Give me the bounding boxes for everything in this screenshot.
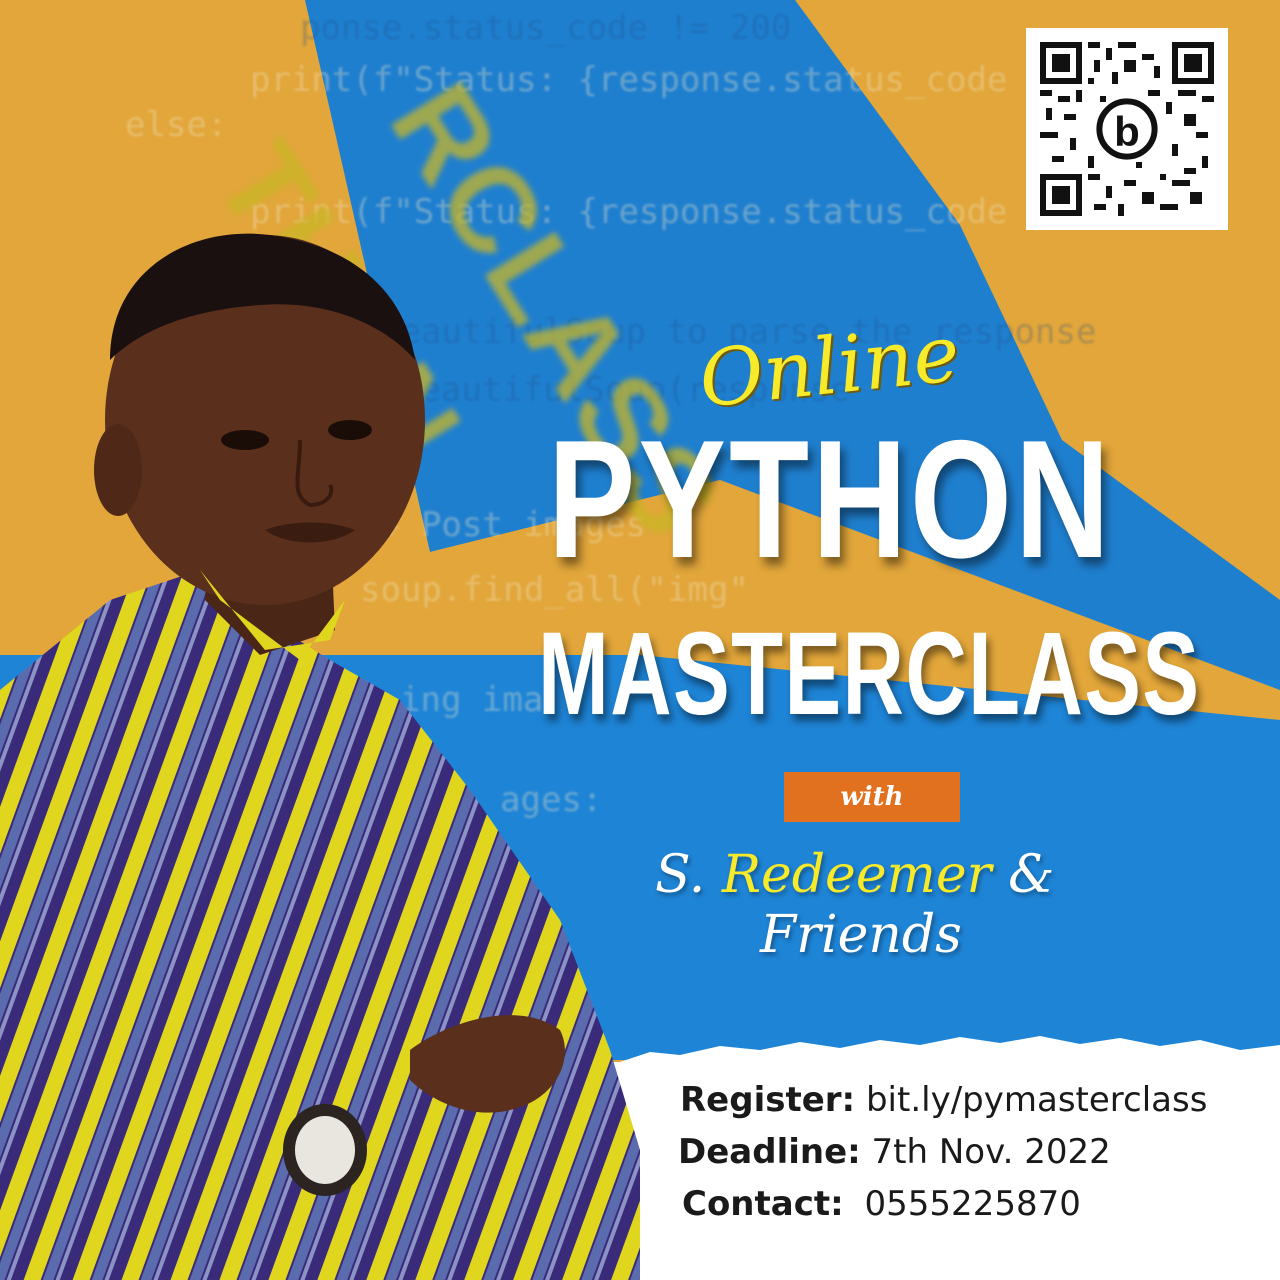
host-suffix: Friends xyxy=(760,905,962,965)
with-badge: with xyxy=(784,772,960,822)
qr-code[interactable]: b xyxy=(1026,28,1228,230)
register-row: Register: bit.ly/pymasterclass xyxy=(680,1080,1207,1120)
host-ampersand: & xyxy=(1008,845,1055,905)
headline-title-line-1: PYTHON xyxy=(548,405,1113,593)
deadline-value: 7th Nov. 2022 xyxy=(871,1132,1111,1172)
contact-row: Contact: 0555225870 xyxy=(682,1184,1081,1224)
qr-code-icon: b xyxy=(1040,42,1214,216)
contact-label: Contact: xyxy=(682,1184,844,1224)
svg-text:b: b xyxy=(1114,108,1140,155)
host-name-line-2: Friends xyxy=(760,905,962,965)
register-label: Register: xyxy=(680,1080,856,1120)
host-name-line-1: S. Redeemer & xyxy=(655,845,1054,905)
deadline-row: Deadline: 7th Nov. 2022 xyxy=(678,1132,1111,1172)
contact-value[interactable]: 0555225870 xyxy=(865,1184,1081,1224)
host-name: Redeemer xyxy=(721,845,992,905)
deadline-label: Deadline: xyxy=(678,1132,861,1172)
headline-title-line-2: MASTERCLASS xyxy=(538,608,1201,740)
register-link[interactable]: bit.ly/pymasterclass xyxy=(866,1080,1207,1120)
host-prefix: S. xyxy=(655,845,706,905)
